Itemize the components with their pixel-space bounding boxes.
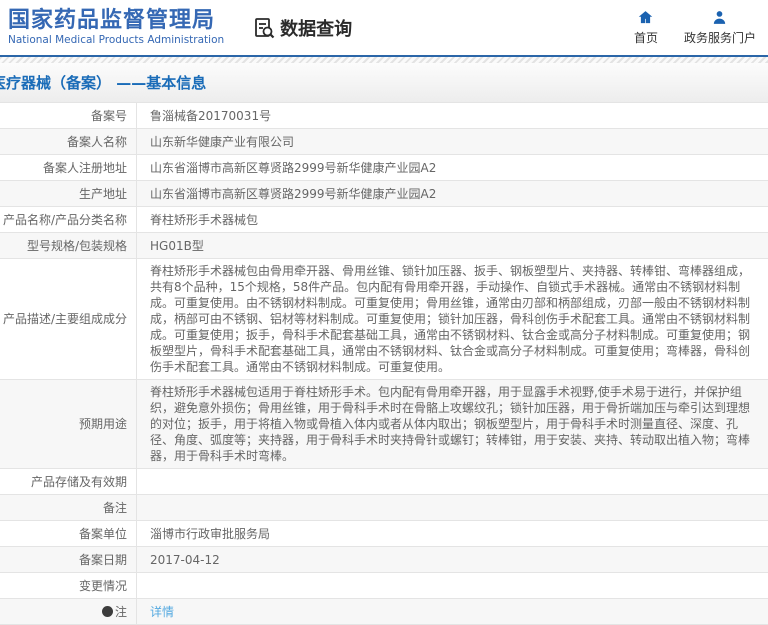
table-row-model-spec: 型号规格/包装规格 HG01B型 bbox=[0, 233, 768, 259]
table-row-intended-use: 预期用途 脊柱矫形手术器械包适用于脊柱矫形手术。包内配有骨用牵开器，用于显露手术视… bbox=[0, 380, 768, 469]
row-value-filer-registered-address: 山东省淄博市高新区尊贤路2999号新华健康产业园A2 bbox=[150, 160, 437, 175]
row-value-filing-authority: 淄博市行政审批服务局 bbox=[150, 526, 271, 541]
row-value-note: 详情 bbox=[137, 599, 768, 624]
row-label-remarks: 备注 bbox=[0, 495, 137, 520]
table-row-note: 注详情 bbox=[0, 599, 768, 625]
info-table: 备案号 鲁淄械备20170031号 备案人名称 山东新华健康产业有限公司 备案人注册地址… bbox=[0, 102, 768, 625]
nav-portal-label: 政务服务门户 bbox=[683, 31, 756, 45]
table-row-filer-name: 备案人名称 山东新华健康产业有限公司 bbox=[0, 129, 768, 155]
row-label-note: 注 bbox=[0, 599, 137, 624]
row-value-change-status bbox=[137, 573, 768, 598]
header-nav: 首页 政务服务门户 bbox=[608, 9, 768, 46]
row-label-production-address: 生产地址 bbox=[0, 181, 137, 206]
table-row-remarks: 备注 bbox=[0, 495, 768, 521]
row-label-storage-validity: 产品存储及有效期 bbox=[0, 469, 137, 494]
row-value-storage-validity bbox=[137, 469, 768, 494]
table-row-production-address: 生产地址 山东省淄博市高新区尊贤路2999号新华健康产业园A2 bbox=[0, 181, 768, 207]
document-search-icon bbox=[252, 16, 276, 40]
row-label-product-name: 产品名称/产品分类名称 bbox=[0, 207, 137, 232]
row-label-product-description: 产品描述/主要组成成分 bbox=[0, 259, 137, 379]
row-value-record-number: 鲁淄械备20170031号 bbox=[150, 108, 272, 123]
row-label-filer-name: 备案人名称 bbox=[0, 129, 137, 154]
details-link[interactable]: 详情 bbox=[150, 604, 174, 620]
data-query-heading: 数据查询 bbox=[252, 15, 352, 41]
row-value-model-spec: HG01B型 bbox=[150, 238, 204, 253]
row-label-filer-registered-address: 备案人注册地址 bbox=[0, 155, 137, 180]
row-label-filing-authority: 备案单位 bbox=[0, 521, 137, 546]
table-row-storage-validity: 产品存储及有效期 bbox=[0, 469, 768, 495]
row-label-intended-use: 预期用途 bbox=[0, 380, 137, 468]
page-title: 医疗器械（备案） ——基本信息 bbox=[0, 74, 207, 92]
table-row-change-status: 变更情况 bbox=[0, 573, 768, 599]
home-icon bbox=[637, 9, 654, 26]
page-title-bar: 医疗器械（备案） ——基本信息 bbox=[0, 63, 768, 102]
table-row-filing-authority: 备案单位 淄博市行政审批服务局 bbox=[0, 521, 768, 547]
logo-title: 国家药品监督管理局 bbox=[8, 8, 216, 33]
user-icon bbox=[711, 9, 728, 26]
row-value-filing-date: 2017-04-12 bbox=[150, 552, 220, 567]
page: 国家药品监督管理局 National Medical Products Admi… bbox=[0, 0, 768, 625]
row-value-filer-name: 山东新华健康产业有限公司 bbox=[150, 134, 295, 149]
row-value-intended-use: 脊柱矫形手术器械包适用于脊柱矫形手术。包内配有骨用牵开器，用于显露手术视野,使手… bbox=[150, 385, 751, 463]
table-row-product-name: 产品名称/产品分类名称 脊柱矫形手术器械包 bbox=[0, 207, 768, 233]
row-value-remarks bbox=[137, 495, 768, 520]
nmpa-logo[interactable]: 国家药品监督管理局 National Medical Products Admi… bbox=[8, 8, 224, 47]
row-label-record-number: 备案号 bbox=[0, 103, 137, 128]
row-label-filing-date: 备案日期 bbox=[0, 547, 137, 572]
row-label-model-spec: 型号规格/包装规格 bbox=[0, 233, 137, 258]
note-icon bbox=[101, 606, 113, 617]
logo-subtitle: National Medical Products Administration bbox=[8, 34, 225, 46]
row-value-product-name: 脊柱矫形手术器械包 bbox=[150, 212, 259, 227]
site-header: 国家药品监督管理局 National Medical Products Admi… bbox=[0, 0, 768, 57]
data-query-label: 数据查询 bbox=[280, 18, 353, 40]
table-row-filer-registered-address: 备案人注册地址 山东省淄博市高新区尊贤路2999号新华健康产业园A2 bbox=[0, 155, 768, 181]
table-row-record-number: 备案号 鲁淄械备20170031号 bbox=[0, 103, 768, 129]
row-value-production-address: 山东省淄博市高新区尊贤路2999号新华健康产业园A2 bbox=[150, 186, 437, 201]
nav-home[interactable]: 首页 bbox=[634, 9, 658, 46]
row-label-change-status: 变更情况 bbox=[0, 573, 137, 598]
table-row-product-description: 产品描述/主要组成成分 脊柱矫形手术器械包由骨用牵开器、骨用丝锥、锁针加压器、扳手… bbox=[0, 259, 768, 380]
row-value-product-description: 脊柱矫形手术器械包由骨用牵开器、骨用丝锥、锁针加压器、扳手、钢板塑型片、夹持器、… bbox=[150, 264, 751, 374]
nav-portal[interactable]: 政务服务门户 bbox=[684, 9, 756, 46]
table-row-filing-date: 备案日期 2017-04-12 bbox=[0, 547, 768, 573]
nav-home-label: 首页 bbox=[633, 31, 658, 45]
